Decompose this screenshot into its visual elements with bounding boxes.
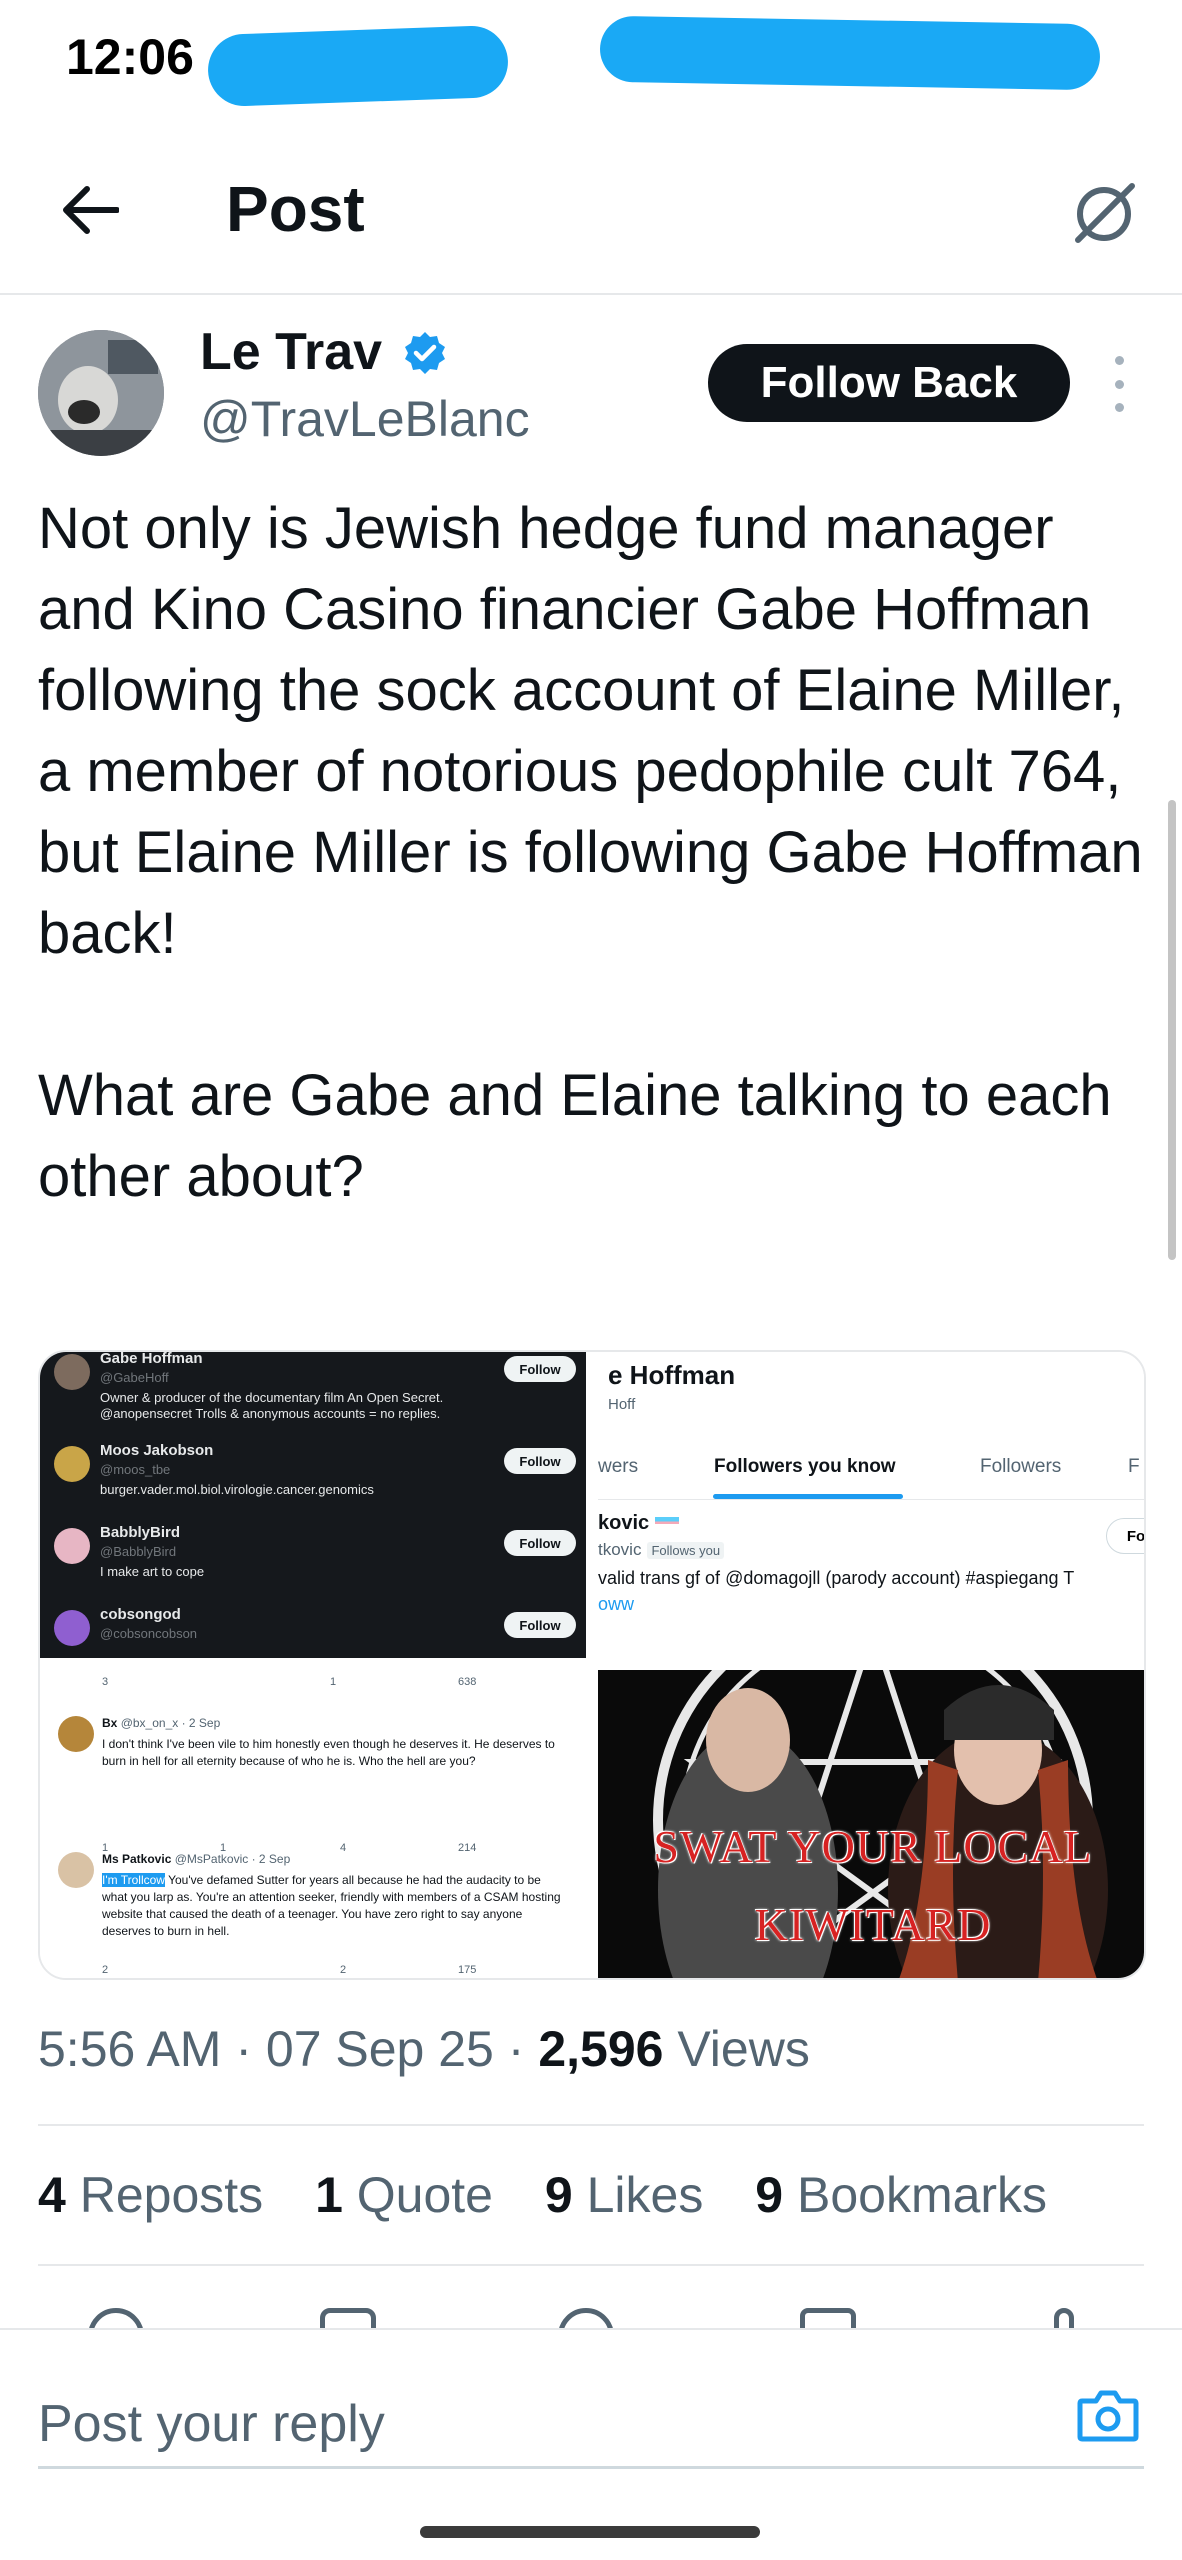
reply-text: I don't think I've been vile to him hone… bbox=[102, 1737, 555, 1768]
user-bio: Owner & producer of the documentary film… bbox=[100, 1390, 444, 1421]
media-image-2[interactable]: e Hoffman Hoff wers Followers you know F… bbox=[598, 1352, 1144, 1658]
follow-button: Follow bbox=[504, 1530, 576, 1556]
more-icon bbox=[1114, 356, 1124, 365]
divider bbox=[38, 2124, 1144, 2126]
avatar bbox=[58, 1716, 94, 1752]
overlay-text: KIWITARD bbox=[754, 1899, 992, 1950]
user-bio: valid trans gf of @domagojll (parody acc… bbox=[598, 1568, 1075, 1588]
redaction-mark bbox=[206, 24, 510, 108]
top-app-bar: Post bbox=[0, 130, 1182, 295]
user-name: cobsongod bbox=[100, 1606, 181, 1623]
engagement-stats: 4 Reposts 1 Quote 9 Likes 9 Bookmarks bbox=[38, 2166, 1085, 2224]
reply-meta: Ms Patkovic @MsPatkovic · 2 Sep bbox=[102, 1852, 291, 1866]
reply-composer bbox=[0, 2328, 1182, 2560]
home-indicator[interactable] bbox=[420, 2526, 760, 2538]
follow-button: Follow bbox=[504, 1356, 576, 1382]
avatar bbox=[54, 1446, 90, 1482]
user-handle: @cobsoncobson bbox=[100, 1626, 198, 1641]
user-handle: @GabeHoff bbox=[100, 1370, 169, 1385]
follow-back-button[interactable]: Follow Back bbox=[708, 344, 1070, 422]
avatar bbox=[54, 1528, 90, 1564]
list-item: Gabe Hoffman @GabeHoff Owner & producer … bbox=[40, 1352, 586, 1430]
avatar bbox=[54, 1610, 90, 1646]
user-handle: @moos_tbe bbox=[100, 1462, 171, 1477]
user-link: oww bbox=[598, 1594, 635, 1614]
reply-item: Ms Patkovic @MsPatkovic · 2 Sep I'm Trol… bbox=[40, 1852, 586, 1976]
action-row: 3 1 638 bbox=[102, 1676, 477, 1688]
reply-item: Bx @bx_on_x · 2 Sep I don't think I've b… bbox=[40, 1716, 586, 1854]
more-options-button[interactable] bbox=[1104, 356, 1134, 412]
grok-icon bbox=[1075, 183, 1135, 243]
media-grid: Gabe Hoffman @GabeHoff Owner & producer … bbox=[38, 1350, 1146, 1980]
camera-icon bbox=[1077, 2390, 1139, 2442]
tab: Followers bbox=[980, 1456, 1062, 1477]
like-icon[interactable] bbox=[558, 2308, 614, 2330]
bookmarks-stat[interactable]: 9 Bookmarks bbox=[755, 2167, 1047, 2223]
camera-button[interactable] bbox=[1072, 2380, 1144, 2452]
views-label: Views bbox=[677, 2021, 810, 2077]
avatar bbox=[54, 1354, 90, 1390]
list-item: BabblyBird @BabblyBird I make art to cop… bbox=[40, 1520, 586, 1604]
redaction-mark bbox=[599, 15, 1101, 91]
status-bar: 12:06 bbox=[0, 0, 1182, 120]
author-name[interactable]: Le Trav bbox=[200, 322, 382, 382]
follow-button: Fo bbox=[1106, 1518, 1144, 1554]
avatar-image bbox=[38, 330, 164, 456]
repost-icon[interactable] bbox=[320, 2308, 376, 2330]
views-count: 2,596 bbox=[538, 2021, 664, 2077]
follow-button: Follow bbox=[504, 1448, 576, 1474]
reply-input[interactable] bbox=[38, 2382, 1038, 2466]
reply-meta: Bx @bx_on_x · 2 Sep bbox=[102, 1716, 221, 1730]
reply-icon[interactable] bbox=[88, 2308, 144, 2330]
post-text: Not only is Jewish hedge fund manager an… bbox=[38, 496, 1143, 1209]
tab-indicator bbox=[713, 1494, 903, 1499]
author-avatar[interactable] bbox=[38, 330, 164, 456]
share-icon[interactable] bbox=[1054, 2308, 1074, 2330]
follow-button: Follow bbox=[504, 1612, 576, 1638]
post-timestamp: 5:56 AM · 07 Sep 25 · 2,596 Views bbox=[38, 2021, 810, 2077]
reply-text: I'm Trollcow You've defamed Sutter for y… bbox=[102, 1873, 561, 1938]
more-icon bbox=[1114, 403, 1124, 412]
media-image-1[interactable]: Gabe Hoffman @GabeHoff Owner & producer … bbox=[40, 1352, 586, 1658]
tab-bar: wers Followers you know Followers F bbox=[598, 1436, 1144, 1500]
quotes-stat[interactable]: 1 Quote bbox=[315, 2167, 493, 2223]
bookmark-icon[interactable] bbox=[800, 2308, 856, 2330]
grok-button[interactable] bbox=[1060, 168, 1150, 258]
tab: Followers you know bbox=[714, 1456, 896, 1477]
back-arrow-icon bbox=[63, 186, 119, 234]
user-handle: tkovic Follows you bbox=[598, 1540, 725, 1560]
media-image-3[interactable]: 3 1 638 Bx @bx_on_x · 2 Sep I don't thin… bbox=[40, 1670, 586, 1978]
status-time: 12:06 bbox=[66, 29, 194, 85]
user-name: BabblyBird bbox=[100, 1524, 181, 1541]
page-title: Post bbox=[226, 173, 365, 245]
user-name: Moos Jakobson bbox=[100, 1442, 214, 1459]
list-item: Moos Jakobson @moos_tbe burger.vader.mol… bbox=[40, 1438, 586, 1522]
profile-handle: Hoff bbox=[608, 1396, 636, 1413]
tab: F bbox=[1128, 1456, 1140, 1477]
reposts-stat[interactable]: 4 Reposts bbox=[38, 2167, 263, 2223]
back-button[interactable] bbox=[50, 170, 130, 250]
user-bio: I make art to cope bbox=[100, 1564, 205, 1579]
tab: wers bbox=[598, 1456, 639, 1477]
author-handle[interactable]: @TravLeBlanc bbox=[200, 390, 530, 448]
input-underline bbox=[38, 2466, 1144, 2469]
user-name: kovic bbox=[598, 1512, 679, 1535]
media-image-4[interactable]: SWAT YOUR LOCAL KIWITARD bbox=[598, 1670, 1144, 1978]
scrollbar[interactable] bbox=[1168, 800, 1176, 1260]
list-item: cobsongod @cobsoncobson Follow bbox=[40, 1602, 586, 1658]
verified-badge-icon bbox=[405, 332, 445, 374]
overlay-text: SWAT YOUR LOCAL bbox=[653, 1821, 1093, 1872]
likes-stat[interactable]: 9 Likes bbox=[545, 2167, 703, 2223]
post-actions-row bbox=[0, 2300, 1182, 2330]
user-handle: @BabblyBird bbox=[100, 1544, 177, 1559]
user-bio: burger.vader.mol.biol.virologie.cancer.g… bbox=[100, 1482, 374, 1497]
profile-name: e Hoffman bbox=[608, 1360, 736, 1390]
divider bbox=[38, 2264, 1144, 2266]
avatar bbox=[58, 1852, 94, 1888]
user-name: Gabe Hoffman bbox=[100, 1352, 203, 1367]
more-icon bbox=[1114, 379, 1124, 389]
